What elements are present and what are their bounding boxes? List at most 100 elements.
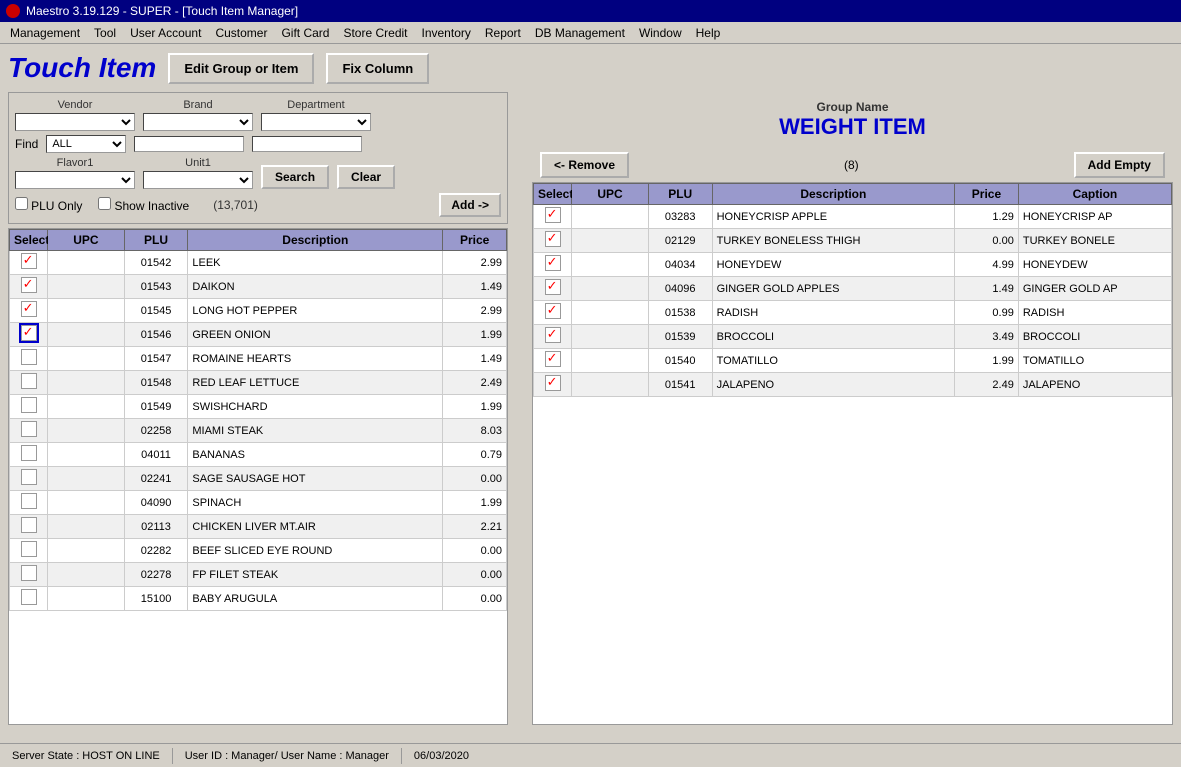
cell-select[interactable] [534,325,572,349]
table-row[interactable]: 01541 JALAPENO 2.49 JALAPENO [534,373,1172,397]
find-input[interactable] [134,136,244,152]
cell-select[interactable] [10,323,48,347]
add-empty-button[interactable]: Add Empty [1074,152,1165,178]
checkbox[interactable] [545,375,561,391]
cell-select[interactable] [10,467,48,491]
table-row[interactable]: 04011 BANANAS 0.79 [10,443,507,467]
search-button[interactable]: Search [261,165,329,189]
table-row[interactable]: 04090 SPINACH 1.99 [10,491,507,515]
checkbox[interactable] [21,565,37,581]
table-row[interactable]: 01549 SWISHCHARD 1.99 [10,395,507,419]
table-row[interactable]: 02113 CHICKEN LIVER MT.AIR 2.21 [10,515,507,539]
checkbox[interactable] [545,279,561,295]
cell-select[interactable] [10,443,48,467]
checkbox[interactable] [545,351,561,367]
find-select[interactable]: ALL [46,135,126,153]
cell-select[interactable] [10,251,48,275]
department-select[interactable] [261,113,371,131]
menu-user-account[interactable]: User Account [124,24,207,42]
menu-gift-card[interactable]: Gift Card [275,24,335,42]
table-row[interactable]: 15100 BABY ARUGULA 0.00 [10,587,507,611]
show-inactive-checkbox[interactable] [98,197,111,210]
cell-select[interactable] [10,299,48,323]
checkbox[interactable] [21,301,37,317]
menu-customer[interactable]: Customer [209,24,273,42]
cell-select[interactable] [10,491,48,515]
cell-select[interactable] [10,419,48,443]
checkbox[interactable] [545,207,561,223]
table-row[interactable]: 02282 BEEF SLICED EYE ROUND 0.00 [10,539,507,563]
table-row[interactable]: 02241 SAGE SAUSAGE HOT 0.00 [10,467,507,491]
checkbox[interactable] [21,589,37,605]
checkbox[interactable] [545,231,561,247]
cell-select[interactable] [10,515,48,539]
table-row[interactable]: 01548 RED LEAF LETTUCE 2.49 [10,371,507,395]
vendor-select[interactable] [15,113,135,131]
table-row[interactable]: 04096 GINGER GOLD APPLES 1.49 GINGER GOL… [534,277,1172,301]
menu-store-credit[interactable]: Store Credit [337,24,413,42]
checkbox[interactable] [21,349,37,365]
add-button[interactable]: Add -> [439,193,501,217]
menu-report[interactable]: Report [479,24,527,42]
cell-select[interactable] [10,347,48,371]
table-row[interactable]: 01540 TOMATILLO 1.99 TOMATILLO [534,349,1172,373]
cell-select[interactable] [534,253,572,277]
checkbox[interactable] [21,397,37,413]
cell-select[interactable] [10,563,48,587]
flavor1-select[interactable] [15,171,135,189]
edit-group-button[interactable]: Edit Group or Item [168,53,314,84]
checkbox[interactable] [545,327,561,343]
unit1-select[interactable] [143,171,253,189]
plu-only-checkbox-label[interactable]: PLU Only [15,197,82,213]
brand-select[interactable] [143,113,253,131]
clear-button[interactable]: Clear [337,165,395,189]
table-row[interactable]: 02129 TURKEY BONELESS THIGH 0.00 TURKEY … [534,229,1172,253]
cell-plu: 15100 [124,587,188,611]
table-row[interactable]: 02258 MIAMI STEAK 8.03 [10,419,507,443]
plu-only-checkbox[interactable] [15,197,28,210]
checkbox[interactable] [21,445,37,461]
checkbox[interactable] [545,255,561,271]
cell-select[interactable] [10,587,48,611]
menu-help[interactable]: Help [690,24,727,42]
cell-select[interactable] [534,349,572,373]
table-row[interactable]: 04034 HONEYDEW 4.99 HONEYDEW [534,253,1172,277]
cell-select[interactable] [534,277,572,301]
cell-select[interactable] [10,539,48,563]
checkbox[interactable] [21,325,37,341]
menu-db-management[interactable]: DB Management [529,24,631,42]
menu-window[interactable]: Window [633,24,688,42]
cell-select[interactable] [10,275,48,299]
table-row[interactable]: 02278 FP FILET STEAK 0.00 [10,563,507,587]
table-row[interactable]: 01539 BROCCOLI 3.49 BROCCOLI [534,325,1172,349]
remove-button[interactable]: <- Remove [540,152,629,178]
checkbox[interactable] [21,421,37,437]
table-row[interactable]: 01542 LEEK 2.99 [10,251,507,275]
checkbox[interactable] [21,373,37,389]
checkbox[interactable] [545,303,561,319]
checkbox[interactable] [21,277,37,293]
cell-select[interactable] [534,301,572,325]
checkbox[interactable] [21,253,37,269]
cell-select[interactable] [10,395,48,419]
find-input-2[interactable] [252,136,362,152]
menu-inventory[interactable]: Inventory [416,24,477,42]
show-inactive-checkbox-label[interactable]: Show Inactive [98,197,189,213]
cell-select[interactable] [534,229,572,253]
table-row[interactable]: 03283 HONEYCRISP APPLE 1.29 HONEYCRISP A… [534,205,1172,229]
checkbox[interactable] [21,493,37,509]
table-row[interactable]: 01545 LONG HOT PEPPER 2.99 [10,299,507,323]
fix-column-button[interactable]: Fix Column [326,53,429,84]
table-row[interactable]: 01538 RADISH 0.99 RADISH [534,301,1172,325]
table-row[interactable]: 01547 ROMAINE HEARTS 1.49 [10,347,507,371]
checkbox[interactable] [21,517,37,533]
menu-tool[interactable]: Tool [88,24,122,42]
cell-select[interactable] [534,205,572,229]
cell-select[interactable] [534,373,572,397]
checkbox[interactable] [21,541,37,557]
cell-select[interactable] [10,371,48,395]
table-row[interactable]: 01546 GREEN ONION 1.99 [10,323,507,347]
menu-management[interactable]: Management [4,24,86,42]
table-row[interactable]: 01543 DAIKON 1.49 [10,275,507,299]
checkbox[interactable] [21,469,37,485]
